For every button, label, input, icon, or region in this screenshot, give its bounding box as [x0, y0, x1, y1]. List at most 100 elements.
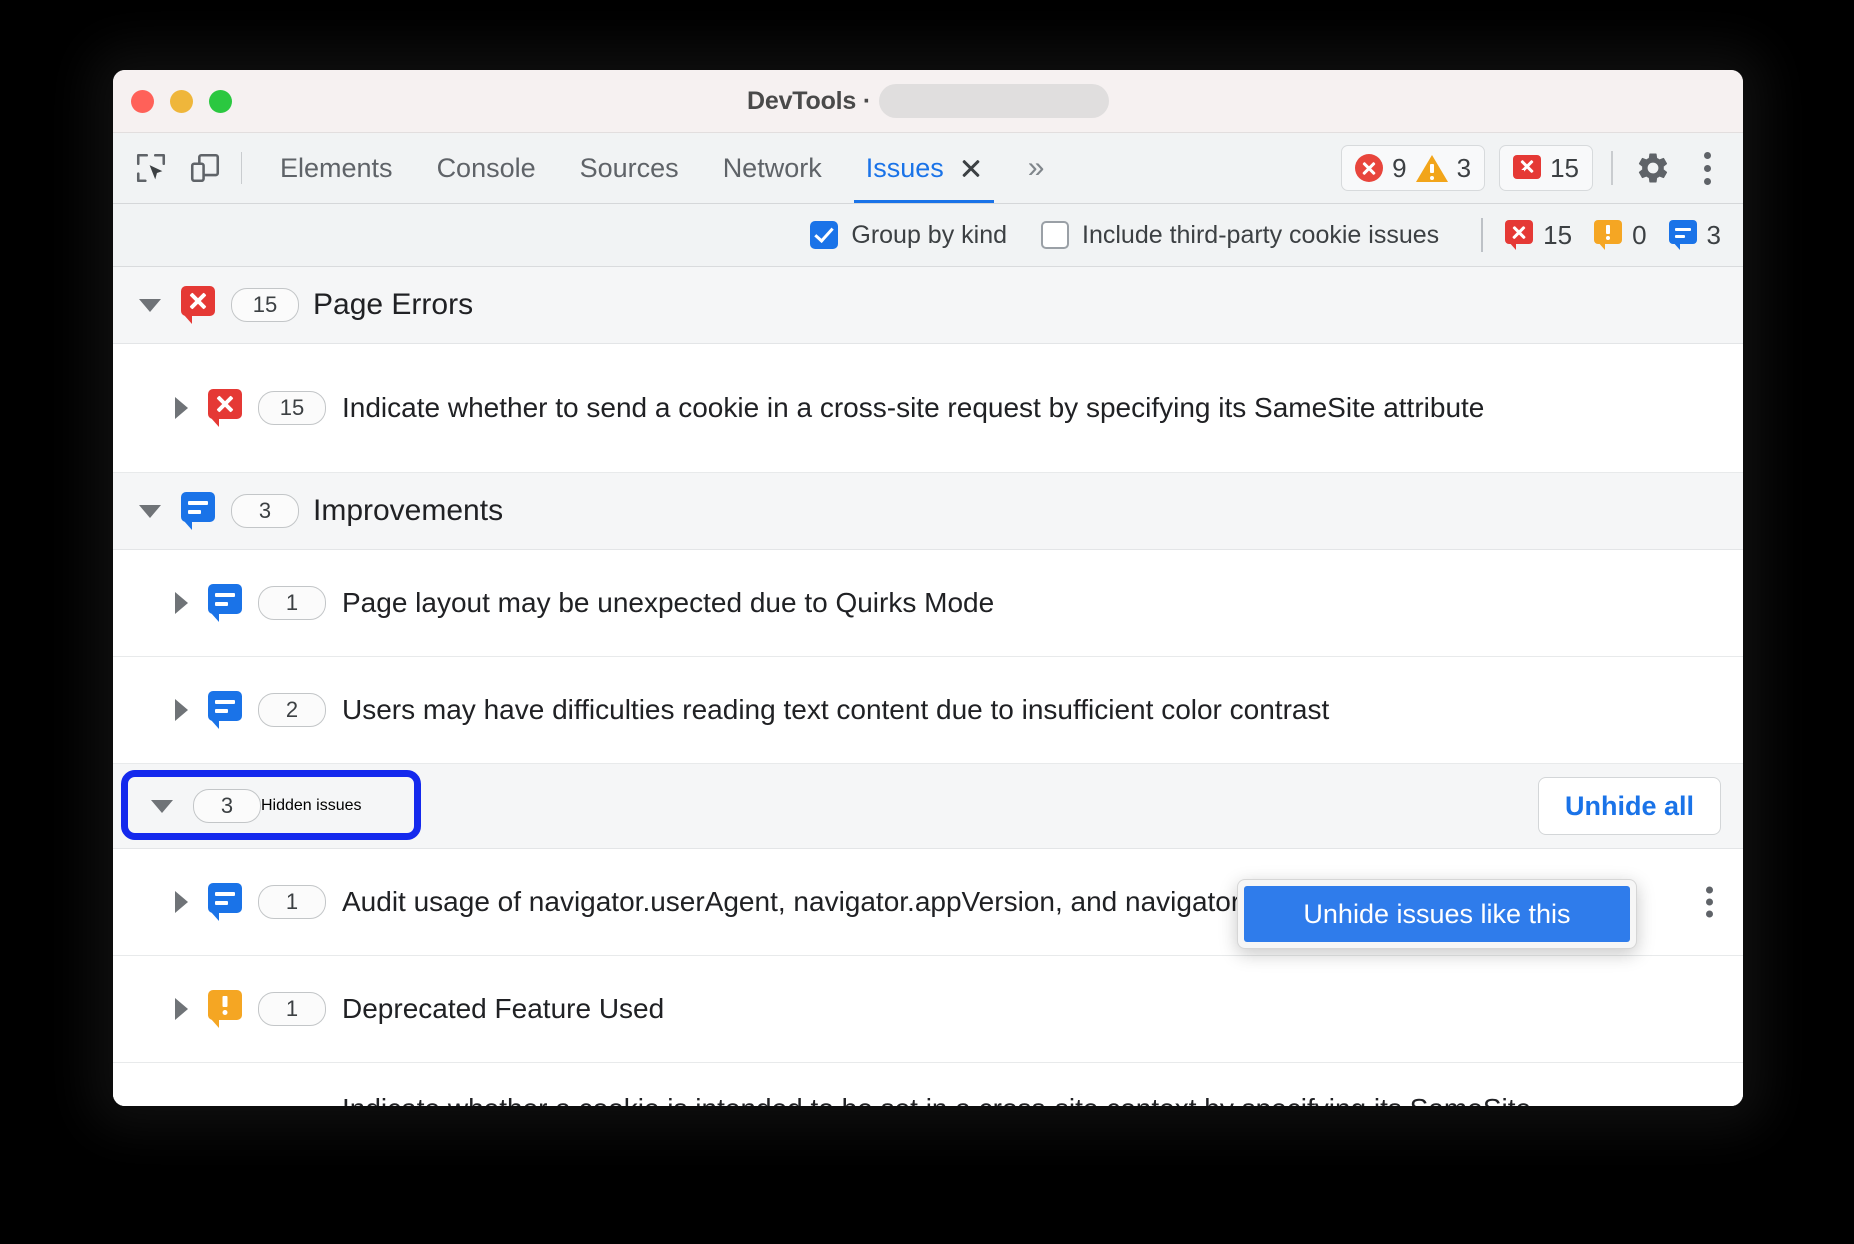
issue-count-badge: 2 — [258, 693, 326, 727]
issue-info-icon — [208, 584, 242, 622]
group-title: Improvements — [313, 494, 503, 528]
filter-info-count-group: 3 — [1669, 220, 1721, 251]
tab-console-label: Console — [437, 153, 536, 184]
tab-elements[interactable]: Elements — [258, 134, 415, 203]
context-menu-item-unhide-issues-like-this[interactable]: Unhide issues like this — [1244, 886, 1630, 942]
issue-title: Audit usage of navigator.userAgent, navi… — [342, 884, 1348, 920]
tab-console[interactable]: Console — [415, 134, 558, 203]
filter-warning-count-group: 0 — [1594, 220, 1646, 251]
issue-info-icon — [181, 492, 215, 530]
issue-title: Users may have difficulties reading text… — [342, 692, 1329, 728]
issue-title: Deprecated Feature Used — [342, 991, 664, 1027]
tab-sources-label: Sources — [580, 153, 679, 184]
window-titlebar: DevTools · — [113, 70, 1743, 133]
tab-sources[interactable]: Sources — [558, 134, 701, 203]
issue-row[interactable]: 15 Indicate whether to send a cookie in … — [113, 344, 1743, 473]
tab-issues-label: Issues — [866, 153, 944, 184]
issues-counter[interactable]: 15 — [1499, 145, 1593, 191]
include-third-party-label: Include third-party cookie issues — [1082, 221, 1439, 250]
chevron-down-icon[interactable] — [151, 800, 173, 813]
chevron-right-icon[interactable] — [175, 397, 188, 419]
device-toolbar-icon[interactable] — [185, 148, 225, 188]
issue-row[interactable]: 1 Deprecated Feature Used — [113, 956, 1743, 1063]
tab-issues[interactable]: Issues — [844, 134, 1004, 203]
tabbar-right-group: 9 3 15 — [1341, 145, 1727, 191]
devtools-tabbar: Elements Console Sources Network Issues … — [113, 133, 1743, 204]
issue-warning-icon — [208, 990, 242, 1028]
issue-info-icon — [1669, 220, 1697, 250]
checkbox-unchecked-icon[interactable] — [1041, 221, 1069, 249]
unhide-all-button[interactable]: Unhide all — [1538, 777, 1721, 835]
devtools-window: DevTools · — [113, 70, 1743, 1106]
console-error-count: 9 — [1392, 153, 1406, 184]
zoom-window-button[interactable] — [209, 90, 232, 113]
group-count-badge: 15 — [231, 288, 299, 322]
group-title: Page Errors — [313, 288, 473, 322]
filter-info-count: 3 — [1707, 220, 1721, 251]
warning-triangle-icon — [1416, 155, 1448, 182]
console-counters[interactable]: 9 3 — [1341, 145, 1485, 191]
chevron-right-icon[interactable] — [175, 998, 188, 1020]
issue-error-icon — [1513, 155, 1541, 182]
chevron-right-icon[interactable] — [175, 891, 188, 913]
toolbar-divider — [241, 152, 242, 184]
issue-more-menu-icon[interactable] — [1706, 887, 1713, 918]
chevron-double-right-icon[interactable]: » — [1018, 153, 1055, 183]
issue-count-badge: 1 — [258, 885, 326, 919]
close-window-button[interactable] — [131, 90, 154, 113]
issue-title: Page layout may be unexpected due to Qui… — [342, 585, 994, 621]
gear-icon[interactable] — [1633, 148, 1673, 188]
inspect-element-icon[interactable] — [131, 148, 171, 188]
chevron-down-icon[interactable] — [139, 505, 161, 518]
issue-row[interactable]: 1 Indicate whether a cookie is intended … — [113, 1063, 1743, 1106]
group-header-improvements[interactable]: 3 Improvements — [113, 473, 1743, 550]
circle-error-icon — [1355, 154, 1383, 182]
group-count-badge: 3 — [231, 494, 299, 528]
issue-warning-icon — [1594, 220, 1622, 250]
minimize-window-button[interactable] — [170, 90, 193, 113]
issues-error-count: 15 — [1550, 153, 1579, 184]
issue-count-badge: 15 — [258, 391, 326, 425]
filter-error-count: 15 — [1543, 220, 1572, 251]
kebab-menu-icon[interactable] — [1687, 148, 1727, 188]
redacted-url-blob — [879, 84, 1109, 118]
issue-error-icon — [1505, 220, 1533, 250]
traffic-lights[interactable] — [131, 90, 232, 113]
hidden-group-title: Hidden issues — [261, 797, 362, 815]
filter-warning-count: 0 — [1632, 220, 1646, 251]
toolbar-icon-group — [131, 148, 225, 188]
checkbox-checked-icon[interactable] — [810, 221, 838, 249]
context-menu: Unhide issues like this — [1237, 879, 1637, 949]
close-icon[interactable] — [960, 157, 982, 179]
issue-info-icon — [208, 691, 242, 729]
chevron-right-icon[interactable] — [175, 699, 188, 721]
issue-row[interactable]: 2 Users may have difficulties reading te… — [113, 657, 1743, 764]
chevron-right-icon[interactable] — [175, 592, 188, 614]
issue-error-icon — [208, 389, 242, 427]
panel-tabs: Elements Console Sources Network Issues … — [258, 134, 1054, 203]
group-by-kind-checkbox[interactable]: Group by kind — [810, 221, 1007, 250]
tab-network[interactable]: Network — [701, 134, 844, 203]
hidden-issues-header-inner: 3 Hidden issues — [139, 789, 362, 823]
issue-title: Indicate whether a cookie is intended to… — [342, 1091, 1632, 1106]
issue-title: Indicate whether to send a cookie in a c… — [342, 390, 1484, 426]
group-header-page-errors[interactable]: 15 Page Errors — [113, 267, 1743, 344]
toolbar-divider-2 — [1611, 151, 1613, 185]
window-title-wrap: DevTools · — [113, 70, 1743, 132]
tab-network-label: Network — [723, 153, 822, 184]
issue-count-badge: 1 — [258, 992, 326, 1026]
issue-info-icon — [208, 883, 242, 921]
issues-list: 15 Page Errors 15 Indicate whether to se… — [113, 267, 1743, 1106]
issues-filterbar: Group by kind Include third-party cookie… — [113, 204, 1743, 267]
screenshot-stage: DevTools · — [0, 0, 1854, 1244]
issue-error-icon — [181, 286, 215, 324]
issue-count-badge: 1 — [258, 586, 326, 620]
chevron-down-icon[interactable] — [139, 299, 161, 312]
include-third-party-checkbox[interactable]: Include third-party cookie issues — [1041, 221, 1439, 250]
hidden-count-badge: 3 — [193, 789, 261, 823]
issue-row[interactable]: 1 Page layout may be unexpected due to Q… — [113, 550, 1743, 657]
window-title: DevTools · — [747, 87, 871, 116]
group-header-hidden-issues[interactable]: 3 Hidden issues Unhide all — [113, 764, 1743, 849]
tab-elements-label: Elements — [280, 153, 393, 184]
filterbar-divider — [1481, 218, 1483, 252]
